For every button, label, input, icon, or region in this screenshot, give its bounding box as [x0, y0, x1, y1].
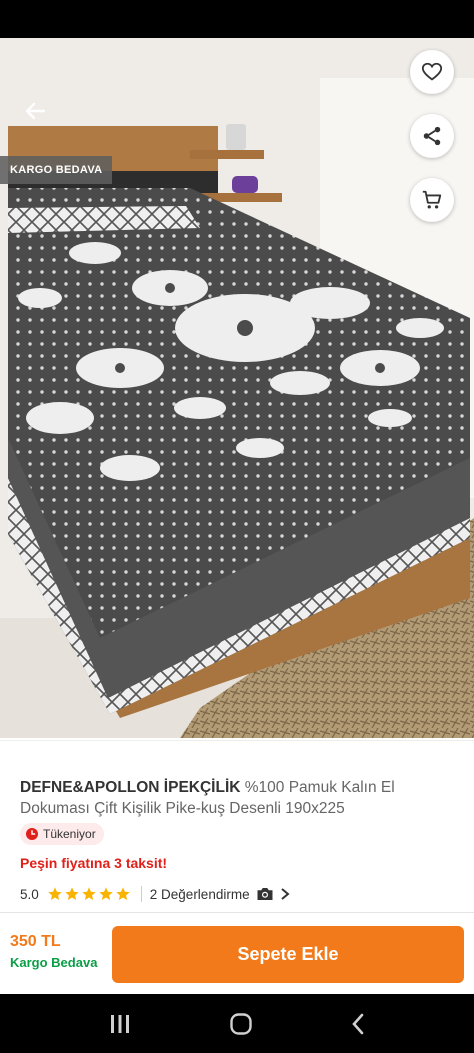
- home-icon[interactable]: [229, 1012, 253, 1036]
- favorite-button[interactable]: [410, 50, 454, 94]
- clock-icon: [26, 828, 38, 840]
- product-title: DEFNE&APOLLON İPEKÇİLİK %100 Pamuk Kalın…: [20, 777, 460, 819]
- rating-stars: [47, 886, 131, 902]
- add-to-cart-button[interactable]: Sepete Ekle: [112, 926, 464, 983]
- status-bar: [0, 0, 474, 38]
- share-button[interactable]: [410, 114, 454, 158]
- low-stock-tag: Tükeniyor: [20, 823, 104, 845]
- installment-text: Peşin fiyatına 3 taksit!: [20, 855, 168, 871]
- cart-icon: [422, 190, 442, 209]
- camera-icon: [257, 888, 273, 900]
- chevron-right-icon: [280, 888, 290, 900]
- product-brand[interactable]: DEFNE&APOLLON İPEKÇİLİK: [20, 779, 240, 796]
- rating-row[interactable]: 5.0 2 Değerlendirme: [20, 884, 290, 904]
- free-shipping-badge: KARGO BEDAVA: [0, 156, 113, 184]
- cart-button[interactable]: [410, 178, 454, 222]
- rating-value: 5.0: [20, 886, 39, 902]
- divider: [140, 886, 142, 902]
- product-photo: [0, 38, 474, 738]
- free-shipping-label: Kargo Bedava: [10, 955, 98, 970]
- arrow-left-icon: [25, 102, 46, 120]
- product-info: DEFNE&APOLLON İPEKÇİLİK %100 Pamuk Kalın…: [0, 740, 474, 912]
- star-icon: [99, 887, 113, 900]
- star-icon: [65, 887, 79, 900]
- back-button[interactable]: [18, 96, 52, 126]
- system-nav-bar: [0, 994, 474, 1053]
- heart-icon: [421, 62, 443, 81]
- star-icon: [82, 887, 96, 900]
- review-count[interactable]: 2 Değerlendirme: [150, 887, 250, 902]
- star-icon: [116, 887, 130, 900]
- low-stock-label: Tükeniyor: [43, 827, 96, 841]
- product-image-gallery[interactable]: KARGO BEDAVA: [0, 38, 474, 738]
- star-icon: [48, 887, 62, 900]
- price: 350 TL: [10, 933, 61, 950]
- share-icon: [423, 126, 441, 146]
- bottom-action-bar: 350 TL Kargo Bedava Sepete Ekle: [0, 912, 474, 994]
- recent-apps-icon[interactable]: [108, 1013, 132, 1035]
- back-icon[interactable]: [350, 1012, 366, 1036]
